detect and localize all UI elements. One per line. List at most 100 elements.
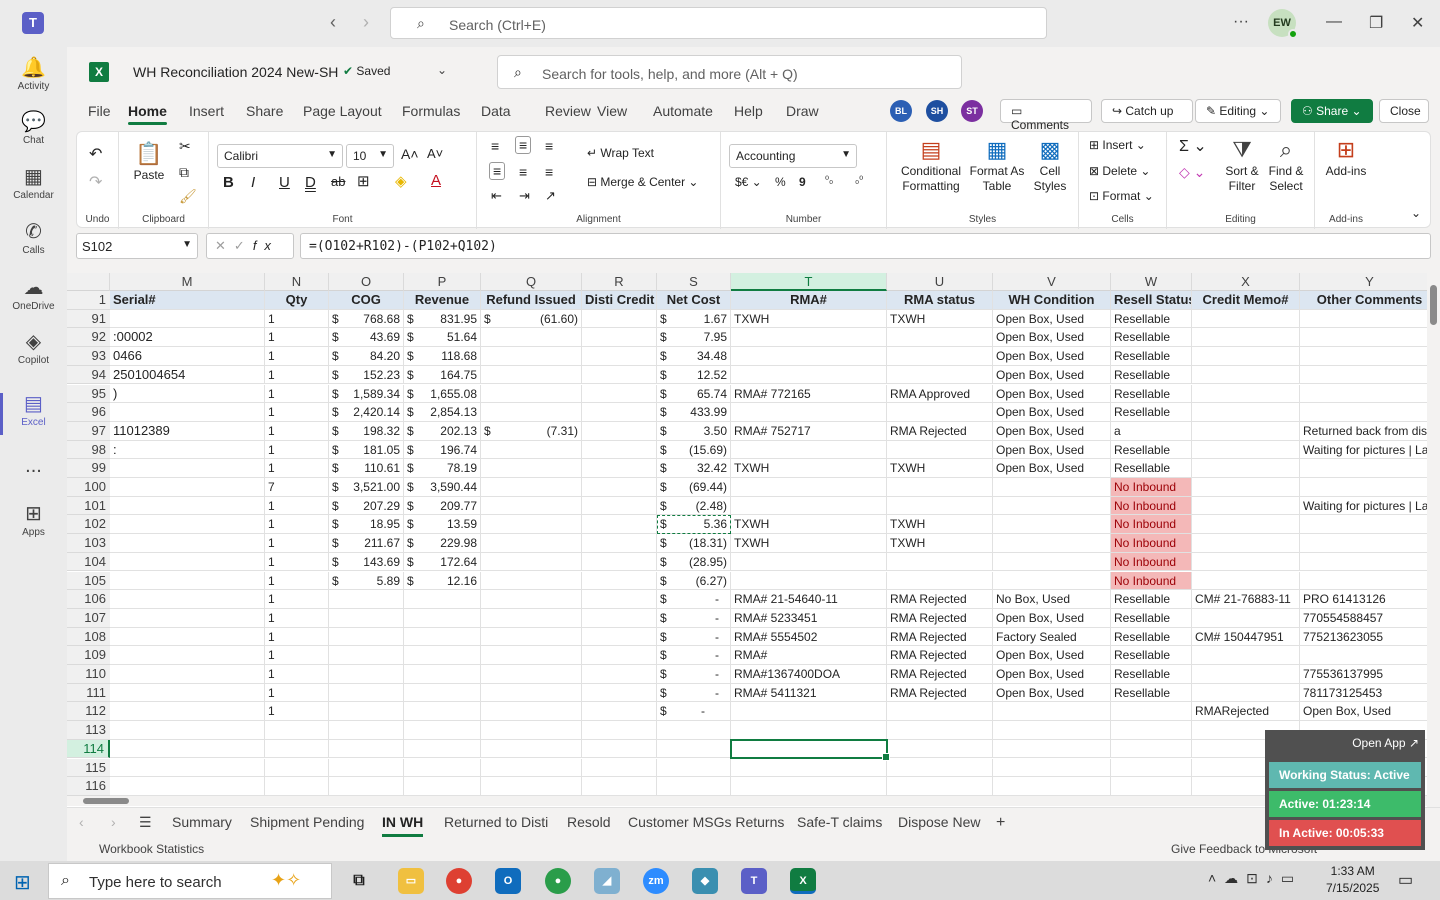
cell[interactable] — [993, 758, 1111, 778]
cell[interactable]: RMA Rejected — [887, 627, 993, 647]
cancel-formula-icon[interactable]: ✕ — [215, 238, 234, 253]
cell[interactable] — [481, 739, 582, 759]
cell[interactable] — [1300, 459, 1440, 478]
cell[interactable]: :00002 — [110, 328, 265, 348]
cell[interactable] — [887, 702, 993, 722]
cell[interactable]: RMA# 5554502 — [731, 627, 887, 647]
cell[interactable]: 1 — [265, 384, 329, 404]
cell[interactable] — [1300, 347, 1440, 366]
decrease-font-icon[interactable]: A˅ — [427, 146, 443, 161]
row-header[interactable]: 111 — [67, 683, 110, 703]
cell[interactable] — [481, 347, 582, 366]
cell[interactable] — [110, 702, 265, 722]
cell[interactable] — [329, 590, 404, 609]
restore-icon[interactable]: ❐ — [1369, 13, 1383, 33]
cell[interactable]: Open Box, Used — [993, 665, 1111, 684]
tab-share[interactable]: Share — [246, 103, 283, 119]
cell[interactable] — [582, 478, 657, 497]
cell[interactable]: $ (28.95) — [657, 552, 731, 572]
cell[interactable]: RMARejected — [1192, 702, 1300, 722]
row-header[interactable]: 92 — [67, 328, 110, 348]
cell[interactable]: 770554588457 — [1300, 608, 1440, 628]
column-header-v[interactable]: V — [993, 273, 1111, 291]
cell[interactable]: CM# 150447951 — [1192, 627, 1300, 647]
sheet-tab-returned-to-disti[interactable]: Returned to Disti — [444, 814, 548, 830]
cell[interactable]: $2,854.13 — [404, 403, 481, 422]
tab-help[interactable]: Help — [734, 103, 763, 119]
cell[interactable] — [110, 777, 265, 796]
fill-color-icon[interactable]: ◈ — [395, 172, 407, 190]
cell[interactable] — [481, 440, 582, 460]
cell[interactable]: 1 — [265, 534, 329, 553]
cell[interactable] — [481, 552, 582, 572]
cell[interactable]: Resellable — [1111, 384, 1192, 404]
cell[interactable]: 1 — [265, 702, 329, 722]
cell[interactable] — [110, 403, 265, 422]
comma-style-icon[interactable]: 9 — [799, 175, 806, 189]
notification-icon[interactable]: ▭ — [1398, 870, 1413, 890]
column-title[interactable]: Resell Status — [1111, 291, 1192, 310]
copy-icon[interactable]: ⧉ — [179, 164, 189, 181]
cell[interactable] — [582, 534, 657, 553]
cell[interactable]: $ - — [657, 702, 731, 722]
column-header-t[interactable]: T — [731, 273, 887, 291]
cell[interactable] — [887, 739, 993, 759]
cell[interactable] — [110, 683, 265, 703]
cell[interactable]: Resellable — [1111, 683, 1192, 703]
cell[interactable]: $3.50 — [657, 421, 731, 441]
cell[interactable] — [1300, 403, 1440, 422]
strikethrough-icon[interactable]: ab — [331, 174, 345, 189]
cell[interactable] — [887, 403, 993, 422]
cell[interactable]: 1 — [265, 552, 329, 572]
chevron-down-icon[interactable]: ⌄ — [437, 63, 447, 77]
cell[interactable] — [1192, 552, 1300, 572]
cell[interactable]: 1 — [265, 347, 329, 366]
delete-cells-button[interactable]: ⊠ Delete ⌄ — [1089, 164, 1150, 178]
cell[interactable]: Open Box, Used — [993, 403, 1111, 422]
paste-button[interactable]: 📋 Paste — [129, 140, 169, 183]
cell[interactable]: $ (2.48) — [657, 496, 731, 516]
cell[interactable] — [110, 646, 265, 665]
cell[interactable] — [110, 552, 265, 572]
format-cells-button[interactable]: ⊡ Format ⌄ — [1089, 189, 1154, 203]
task-view-icon[interactable]: ⧉ — [346, 868, 372, 894]
cell[interactable] — [887, 347, 993, 366]
cell[interactable] — [887, 365, 993, 385]
close-button[interactable]: Close — [1379, 99, 1429, 123]
column-header-q[interactable]: Q — [481, 273, 582, 291]
cell[interactable] — [481, 459, 582, 478]
cell[interactable]: Open Box, Used — [1300, 702, 1440, 722]
cell[interactable] — [582, 702, 657, 722]
cell[interactable] — [731, 328, 887, 348]
cell[interactable]: $13.59 — [404, 515, 481, 535]
row-header[interactable]: 115 — [67, 758, 110, 778]
italic-icon[interactable]: I — [251, 174, 255, 191]
conditional-formatting-button[interactable]: ▤ Conditional Formatting — [893, 136, 969, 194]
cell[interactable]: $12.16 — [404, 571, 481, 591]
cell[interactable]: 1 — [265, 328, 329, 348]
horizontal-scroll-thumb[interactable] — [83, 798, 129, 804]
cell[interactable] — [1192, 515, 1300, 535]
cell[interactable] — [265, 721, 329, 740]
cell[interactable] — [887, 440, 993, 460]
cell[interactable] — [481, 365, 582, 385]
column-header-w[interactable]: W — [1111, 273, 1192, 291]
row-header[interactable]: 93 — [67, 347, 110, 366]
cell[interactable]: 775213623055 — [1300, 627, 1440, 647]
back-arrow-icon[interactable]: ‹ — [330, 12, 336, 33]
row-header[interactable]: 109 — [67, 646, 110, 665]
column-header-r[interactable]: R — [582, 273, 657, 291]
cell[interactable] — [1300, 365, 1440, 385]
rail-item-chat[interactable]: 💬 Chat — [0, 109, 67, 146]
rail-item-onedrive[interactable]: ☁ OneDrive — [0, 275, 67, 312]
sheet-tab-summary[interactable]: Summary — [172, 814, 232, 830]
accounting-format-icon[interactable]: $€ ⌄ — [735, 175, 762, 189]
cell[interactable]: RMA#1367400DOA — [731, 665, 887, 684]
sheet-tab-safe-t-claims[interactable]: Safe-T claims — [797, 814, 882, 830]
cell[interactable]: TXWH — [887, 515, 993, 535]
cell[interactable]: 1 — [265, 515, 329, 535]
find-select-button[interactable]: ⌕ Find & Select — [1263, 136, 1309, 194]
tab-home[interactable]: Home — [128, 103, 167, 125]
column-header-x[interactable]: X — [1192, 273, 1300, 291]
column-title[interactable]: Credit Memo# — [1192, 291, 1300, 310]
